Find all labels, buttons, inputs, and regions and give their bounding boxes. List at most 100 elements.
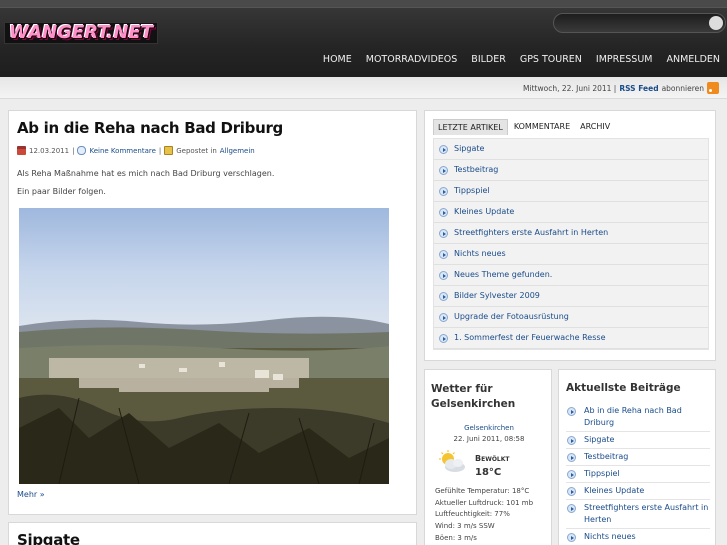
meta-divider: |	[158, 146, 162, 155]
current-date: Mittwoch, 22. Juni 2011 |	[523, 83, 617, 93]
tab-letzte-artikel[interactable]: LETZTE ARTIKEL	[433, 119, 508, 135]
recent-post-link[interactable]: Sipgate	[584, 434, 710, 446]
date-feed-line: Mittwoch, 22. Juni 2011 | RSS Feed abonn…	[523, 82, 719, 94]
article-link[interactable]: Neues Theme gefunden.	[454, 270, 552, 279]
arrow-bullet-icon	[567, 487, 576, 496]
list-item[interactable]: Neues Theme gefunden.	[434, 265, 708, 286]
weather-detail-line: Böen: 3 m/s	[435, 533, 477, 542]
search-input[interactable]	[564, 16, 704, 30]
nav-home[interactable]: HOME	[316, 54, 359, 66]
meta-divider: |	[72, 146, 75, 155]
weather-detail-line: Gefühlte Temperatur: 18°C	[435, 487, 530, 495]
nav-bilder[interactable]: BILDER	[464, 54, 513, 66]
site-header: WANGERT.NET HOME MOTORRADVIDEOS BILDER G…	[0, 0, 727, 77]
arrow-bullet-icon	[439, 250, 448, 259]
category-link[interactable]: Allgemein	[220, 147, 255, 155]
rss-feed-link[interactable]: RSS Feed	[619, 84, 658, 93]
weather-date: 22. Juni 2011, 08:58	[453, 435, 525, 443]
landscape-photo-illustration	[19, 208, 389, 484]
nav-impressum[interactable]: IMPRESSUM	[589, 54, 660, 66]
site-logo[interactable]: WANGERT.NET	[4, 22, 159, 44]
recent-post-link[interactable]: Nichts neues	[584, 531, 710, 543]
list-item[interactable]: Kleines Update	[566, 483, 710, 500]
arrow-bullet-icon	[567, 504, 576, 513]
weather-detail-line: Luftfeuchtigkeit: 77%	[435, 510, 510, 519]
weather-details: Gefühlte Temperatur: 18°C Aktueller Luft…	[435, 486, 533, 545]
article-link[interactable]: Bilder Sylvester 2009	[454, 291, 540, 300]
weather-temperature: 18°C	[475, 467, 502, 478]
arrow-bullet-icon	[439, 187, 448, 196]
tabbed-widget: LETZTE ARTIKEL KOMMENTARE ARCHIV Sipgate…	[424, 110, 716, 361]
read-more-link[interactable]: Mehr »	[17, 490, 45, 499]
article-link[interactable]: Sipgate	[454, 144, 484, 153]
folder-icon	[164, 146, 174, 155]
list-item[interactable]: Streetfighters erste Ausfahrt in Herten	[566, 500, 710, 529]
header-top-stripe	[0, 0, 727, 8]
list-item[interactable]: Testbeitrag	[434, 160, 708, 181]
post-title[interactable]: Ab in die Reha nach Bad Driburg	[17, 119, 283, 137]
partly-cloudy-icon	[439, 450, 465, 472]
article-link[interactable]: Nichts neues	[454, 249, 506, 258]
post-paragraph: Ein paar Bilder folgen.	[17, 187, 106, 196]
list-item[interactable]: 1. Sommerfest der Feuerwache Resse	[434, 328, 708, 349]
post-title[interactable]: Sipgate	[17, 531, 80, 545]
list-item[interactable]: Sipgate	[566, 432, 710, 449]
article-link[interactable]: Kleines Update	[454, 207, 514, 216]
article-link[interactable]: Testbeitrag	[454, 165, 498, 174]
post-paragraph: Als Reha Maßnahme hat es mich nach Bad D…	[17, 169, 275, 178]
recent-posts-title: Aktuellste Beiträge	[566, 382, 681, 394]
widget-tabs: LETZTE ARTIKEL KOMMENTARE ARCHIV	[433, 119, 614, 135]
weather-title-line: Gelsenkirchen	[431, 398, 516, 410]
weather-city-link[interactable]: Gelsenkirchen	[425, 424, 553, 432]
list-item[interactable]: Upgrade der Fotoausrüstung	[434, 307, 708, 328]
weather-detail-line: Wind: 3 m/s SSW	[435, 522, 495, 531]
nav-gps-touren[interactable]: GPS TOUREN	[513, 54, 589, 66]
nav-anmelden[interactable]: ANMELDEN	[659, 54, 727, 66]
posted-in-label: Gepostet in	[176, 146, 217, 155]
search-button[interactable]	[709, 16, 723, 30]
article-list: Sipgate Testbeitrag Tippspiel Kleines Up…	[433, 138, 709, 350]
list-item[interactable]: Nichts neues	[434, 244, 708, 265]
arrow-bullet-icon	[439, 145, 448, 154]
recent-posts-widget: Aktuellste Beiträge Ab in die Reha nach …	[558, 369, 716, 545]
blog-post: Ab in die Reha nach Bad Driburg 12.03.20…	[8, 110, 417, 515]
list-item[interactable]: Tippspiel	[566, 466, 710, 483]
list-item[interactable]: Sipgate	[434, 139, 708, 160]
sub-bar: Mittwoch, 22. Juni 2011 | RSS Feed abonn…	[0, 77, 727, 99]
article-link[interactable]: Tippspiel	[454, 186, 490, 195]
list-item[interactable]: Ab in die Reha nach Bad Driburg	[566, 403, 710, 432]
list-item[interactable]: Nichts neues	[566, 529, 710, 545]
list-item[interactable]: Bilder Sylvester 2009	[434, 286, 708, 307]
list-item[interactable]: Testbeitrag	[566, 449, 710, 466]
comments-link[interactable]: Keine Kommentare	[89, 147, 155, 155]
recent-post-link[interactable]: Streetfighters erste Ausfahrt in Herten	[584, 502, 710, 526]
list-item[interactable]: Tippspiel	[434, 181, 708, 202]
comment-icon	[77, 146, 87, 155]
list-item[interactable]: Streetfighters erste Ausfahrt in Herten	[434, 223, 708, 244]
list-item[interactable]: Kleines Update	[434, 202, 708, 223]
arrow-bullet-icon	[439, 271, 448, 280]
rss-feed-suffix: abonnieren	[661, 83, 704, 93]
search-box	[553, 13, 726, 33]
tab-archiv[interactable]: ARCHIV	[576, 119, 614, 135]
recent-post-link[interactable]: Tippspiel	[584, 468, 710, 480]
weather-detail-line: Aktueller Luftdruck: 101 mb	[435, 498, 534, 507]
weather-title-line: Wetter für	[431, 383, 493, 395]
arrow-bullet-icon	[439, 292, 448, 301]
recent-post-link[interactable]: Kleines Update	[584, 485, 710, 497]
arrow-bullet-icon	[567, 533, 576, 542]
post-date: 12.03.2011	[29, 146, 70, 155]
arrow-bullet-icon	[567, 436, 576, 445]
tab-kommentare[interactable]: KOMMENTARE	[510, 119, 574, 135]
post-photo[interactable]	[19, 208, 389, 484]
arrow-bullet-icon	[567, 470, 576, 479]
recent-post-link[interactable]: Ab in die Reha nach Bad Driburg	[584, 405, 710, 429]
post-meta: 12.03.2011 | Keine Kommentare | Gepostet…	[17, 146, 255, 155]
recent-post-link[interactable]: Testbeitrag	[584, 451, 710, 463]
nav-motorradvideos[interactable]: MOTORRADVIDEOS	[359, 54, 465, 66]
arrow-bullet-icon	[439, 229, 448, 238]
article-link[interactable]: Upgrade der Fotoausrüstung	[454, 312, 569, 321]
rss-icon[interactable]	[707, 82, 719, 94]
article-link[interactable]: Streetfighters erste Ausfahrt in Herten	[454, 228, 608, 237]
article-link[interactable]: 1. Sommerfest der Feuerwache Resse	[454, 333, 606, 342]
